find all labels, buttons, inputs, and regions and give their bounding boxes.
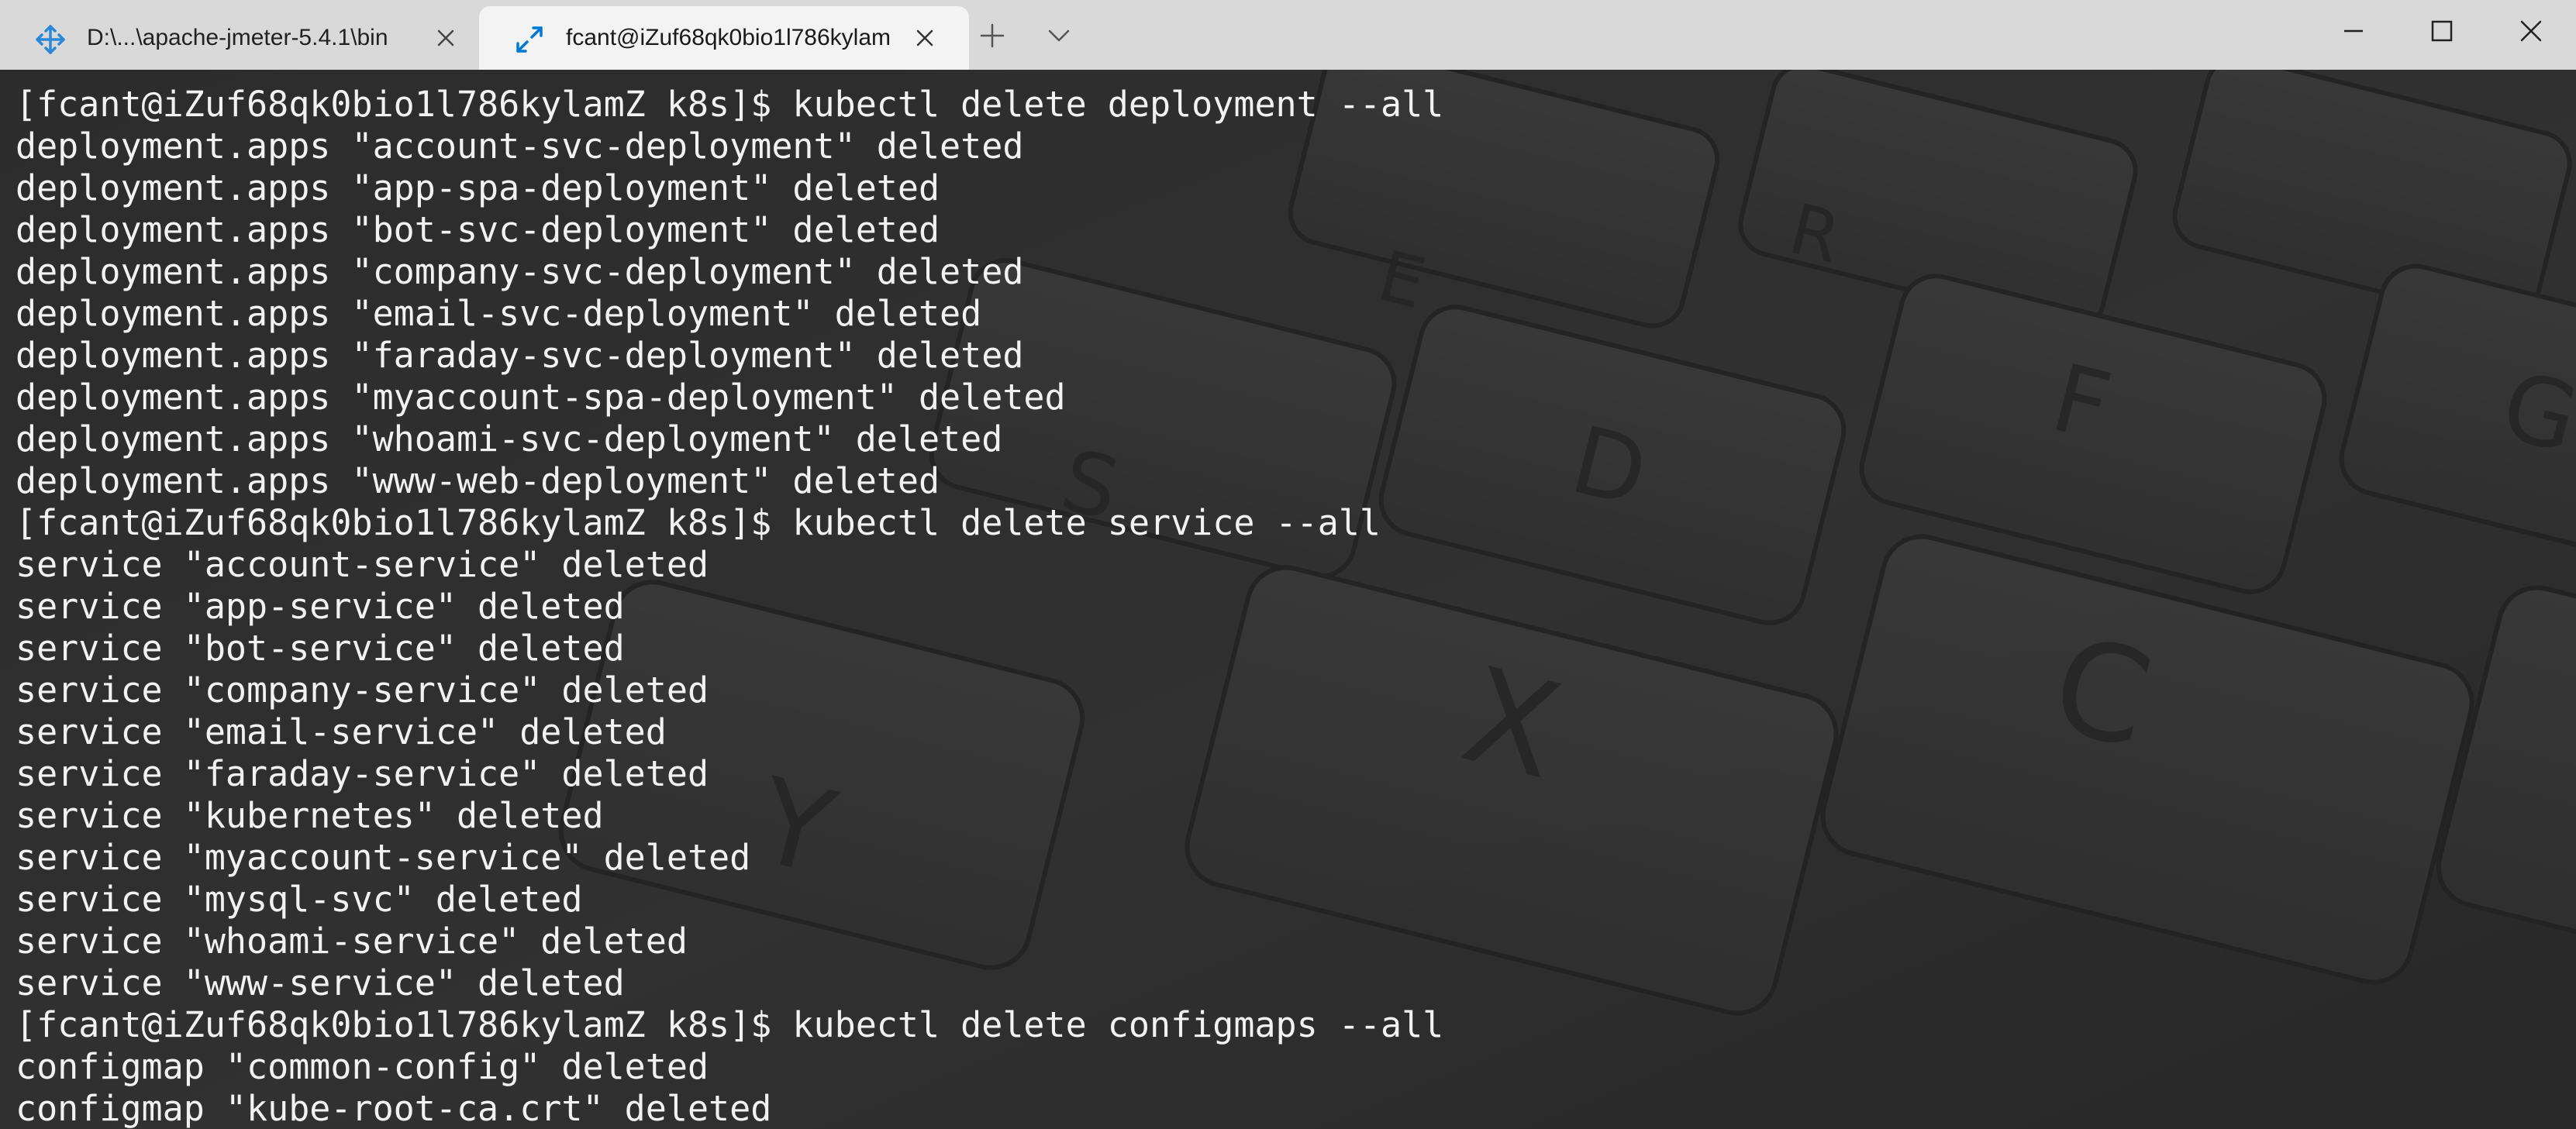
terminal-line: deployment.apps "www-web-deployment" del… (16, 460, 940, 501)
tab-title: fcant@iZuf68qk0bio1l786kylam (566, 25, 891, 50)
maximize-button[interactable] (2426, 15, 2457, 46)
terminal-line: service "account-service" deleted (16, 544, 709, 585)
terminal-line: deployment.apps "account-svc-deployment"… (16, 126, 1024, 167)
terminal-line: service "mysql-svc" deleted (16, 879, 583, 920)
terminal-line: [fcant@iZuf68qk0bio1l786kylamZ k8s]$ kub… (16, 502, 1381, 543)
new-tab-button[interactable] (977, 20, 1008, 51)
terminal-line: service "company-service" deleted (16, 669, 709, 711)
tab-ssh-session[interactable]: fcant@iZuf68qk0bio1l786kylam (479, 6, 969, 70)
terminal-line: service "email-service" deleted (16, 711, 667, 752)
terminal-output[interactable]: R E S D F G X C Y [fcant@iZuf68qk0bio1l7… (0, 70, 2576, 1129)
terminal-line: deployment.apps "myaccount-spa-deploymen… (16, 377, 1066, 418)
terminal-line: service "faraday-service" deleted (16, 753, 709, 794)
close-tab-icon[interactable] (434, 26, 457, 50)
tab-jmeter-bin[interactable]: D:\...\apache-jmeter-5.4.1\bin (0, 6, 474, 70)
terminal-line: service "whoami-service" deleted (16, 921, 688, 962)
close-tab-icon[interactable] (913, 26, 936, 50)
terminal-line: deployment.apps "faraday-svc-deployment"… (16, 335, 1024, 376)
tab-bar: D:\...\apache-jmeter-5.4.1\bin fcant@iZu… (0, 0, 2576, 70)
close-window-button[interactable] (2516, 15, 2547, 46)
terminal-line: [fcant@iZuf68qk0bio1l786kylamZ k8s]$ kub… (16, 84, 1444, 125)
terminal-line: service "bot-service" deleted (16, 628, 625, 669)
terminal-line: deployment.apps "email-svc-deployment" d… (16, 293, 982, 334)
terminal-line: deployment.apps "company-svc-deployment"… (16, 251, 1024, 292)
terminal-line: service "app-service" deleted (16, 586, 625, 627)
terminal-line: service "myaccount-service" deleted (16, 837, 751, 878)
move-arrows-icon (36, 25, 65, 54)
terminal-line: service "kubernetes" deleted (16, 795, 604, 836)
terminal-lines: [fcant@iZuf68qk0bio1l786kylamZ k8s]$ kub… (16, 84, 1443, 1129)
terminal-line: configmap "common-config" deleted (16, 1046, 709, 1087)
ssh-arrows-icon (516, 26, 543, 53)
terminal-line: deployment.apps "whoami-svc-deployment" … (16, 418, 1003, 460)
terminal-line: configmap "kube-root-ca.crt" deleted (16, 1088, 772, 1129)
chevron-down-icon[interactable] (1043, 20, 1074, 51)
terminal-line: service "www-service" deleted (16, 962, 625, 1003)
terminal-line: deployment.apps "bot-svc-deployment" del… (16, 209, 940, 250)
tab-title: D:\...\apache-jmeter-5.4.1\bin (87, 25, 388, 50)
terminal-line: deployment.apps "app-spa-deployment" del… (16, 167, 940, 208)
terminal-window: D:\...\apache-jmeter-5.4.1\bin fcant@iZu… (0, 0, 2576, 1129)
terminal-line: [fcant@iZuf68qk0bio1l786kylamZ k8s]$ kub… (16, 1004, 1444, 1045)
minimize-button[interactable] (2338, 15, 2369, 46)
